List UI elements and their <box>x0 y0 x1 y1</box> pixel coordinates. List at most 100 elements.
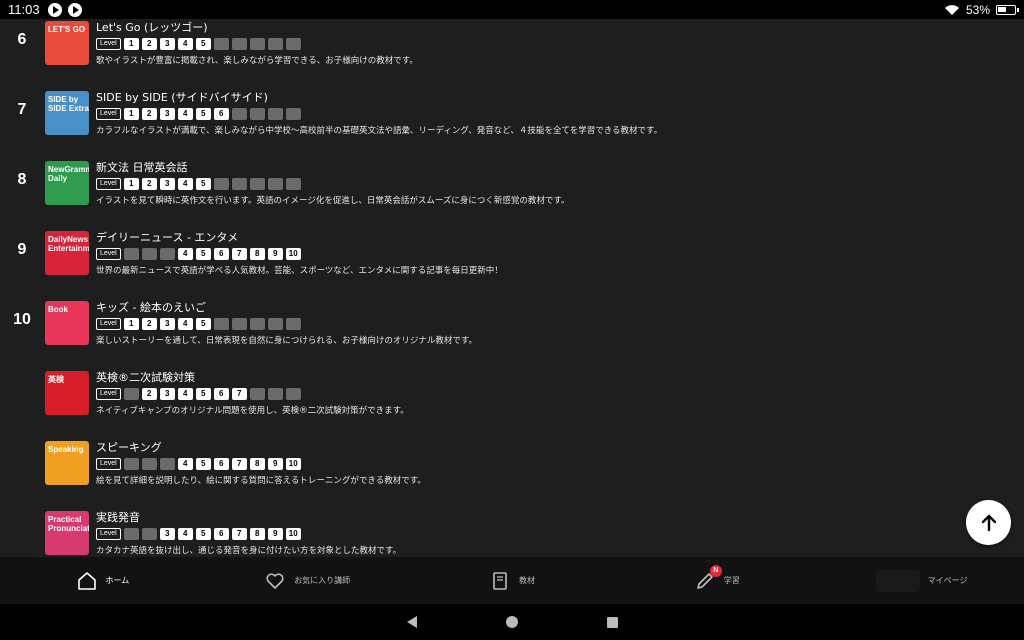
course-title[interactable]: 新文法 日常英会話 <box>96 159 188 175</box>
thumbnail-label: NewGrammar Daily <box>48 165 89 183</box>
nav-favorite-teachers[interactable]: お気に入り講師 <box>205 557 410 604</box>
thumbnail-label: Practical Pronunciation <box>48 515 89 533</box>
course-title[interactable]: Let's Go (レッツゴー) <box>96 19 208 35</box>
back-icon <box>407 616 417 628</box>
course-thumbnail[interactable]: Speaking <box>45 441 89 485</box>
course-description: 歌やイラストが豊富に掲載され、楽しみながら学習できる、お子様向けの教材です。 <box>96 56 418 66</box>
course-row[interactable]: Speaking スピーキング Level 1 2 3 4 5 6 7 8 9 10 絵を見て詳細を説明し… <box>0 439 1024 503</box>
nav-materials[interactable]: 教材 <box>410 557 615 604</box>
level-box: 2 <box>141 107 157 120</box>
level-box: 3 <box>159 457 175 470</box>
level-tag: Level <box>96 387 121 400</box>
level-box: 10 <box>285 247 301 260</box>
level-tag: Level <box>96 527 121 540</box>
course-thumbnail[interactable]: Book <box>45 301 89 345</box>
course-row[interactable]: 10 Book キッズ - 絵本のえいご Level 1 2 3 4 5 6 7 8 9 10 楽しいストー… <box>0 299 1024 363</box>
level-box: 10 <box>285 107 301 120</box>
level-box: 7 <box>231 177 247 190</box>
course-row[interactable]: 英検 英検®二次試験対策 Level 1 2 3 4 5 6 7 8 9 10 ネイティブキャンプのオリジ… <box>0 369 1024 433</box>
level-box: 1 <box>123 457 139 470</box>
course-row[interactable]: Practical Pronunciation 実践発音 Level12345678… <box>0 509 1024 557</box>
course-title[interactable]: キッズ - 絵本のえいご <box>96 299 206 315</box>
level-box: 1 <box>123 317 139 330</box>
recents-icon <box>606 616 618 628</box>
level-box: 7 <box>231 317 247 330</box>
level-box: 10 <box>285 317 301 330</box>
course-title[interactable]: スピーキング <box>96 439 162 455</box>
course-thumbnail[interactable]: 英検 <box>45 371 89 415</box>
scroll-to-top-button[interactable] <box>966 500 1011 545</box>
level-box: 1 <box>123 247 139 260</box>
home-icon <box>76 570 98 592</box>
course-description: 世界の最新ニュースで英語が学べる人気教材。芸能、スポーツなど、エンタメに関する記… <box>96 266 503 276</box>
course-thumbnail[interactable]: NewGrammar Daily <box>45 161 89 205</box>
course-row[interactable]: 6 LET'S GO Let's Go (レッツゴー) Level 1 2 3 4 5 6 7 8 9 1… <box>0 19 1024 83</box>
level-box: 7 <box>231 107 247 120</box>
thumbnail-label: 英検 <box>48 375 64 384</box>
nav-study-label: 学習 <box>723 576 740 585</box>
level-box: 8 <box>249 317 265 330</box>
nav-mypage[interactable]: マイページ <box>819 557 1024 604</box>
back-button[interactable] <box>404 614 420 630</box>
level-box: 4 <box>177 527 193 540</box>
level-box: 5 <box>195 317 211 330</box>
nav-home[interactable]: ホーム <box>0 557 205 604</box>
level-box: 1 <box>123 107 139 120</box>
thumbnail-label: Book <box>48 305 68 314</box>
avatar-icon <box>875 569 920 592</box>
level-box: 2 <box>141 457 157 470</box>
thumbnail-label: SIDE by SIDE Extra <box>48 95 89 113</box>
course-description: イラストを見て瞬時に英作文を行います。英語のイメージ化を促進し、日常英会話がスム… <box>96 196 570 206</box>
level-box: 9 <box>267 177 283 190</box>
course-row[interactable]: 9 DailyNews Entertainment デイリーニュース - エンタメ L… <box>0 229 1024 293</box>
level-box: 3 <box>159 37 175 50</box>
status-time: 11:03 <box>8 2 40 17</box>
nav-study[interactable]: N 学習 <box>614 557 819 604</box>
level-box: 1 <box>123 387 139 400</box>
course-row[interactable]: 7 SIDE by SIDE Extra SIDE by SIDE (サイドバイサイ… <box>0 89 1024 153</box>
recents-button[interactable] <box>604 614 620 630</box>
level-box: 9 <box>267 107 283 120</box>
course-ranking-list: 6 LET'S GO Let's Go (レッツゴー) Level 1 2 3 4 5 6 7 8 9 1… <box>0 19 1024 557</box>
course-title[interactable]: 実践発音 <box>96 509 140 525</box>
rank-number: 8 <box>17 171 27 188</box>
level-box: 3 <box>159 247 175 260</box>
course-thumbnail[interactable]: LET'S GO <box>45 21 89 65</box>
level-box: 6 <box>213 527 229 540</box>
level-box: 7 <box>231 247 247 260</box>
course-title[interactable]: デイリーニュース - エンタメ <box>96 229 238 245</box>
system-nav-bar <box>0 604 1024 640</box>
home-button[interactable] <box>504 614 520 630</box>
level-box: 5 <box>195 107 211 120</box>
thumbnail-label: LET'S GO <box>48 25 86 34</box>
level-box: 6 <box>213 177 229 190</box>
level-indicator: Level 1 2 3 4 5 6 7 8 9 10 <box>96 107 301 120</box>
level-indicator: Level 1 2 3 4 5 6 7 8 9 10 <box>96 317 301 330</box>
level-box: 9 <box>267 247 283 260</box>
level-box: 7 <box>231 37 247 50</box>
course-title[interactable]: 英検®二次試験対策 <box>96 369 195 385</box>
course-thumbnail[interactable]: DailyNews Entertainment <box>45 231 89 275</box>
level-box: 2 <box>141 247 157 260</box>
course-description: カタカナ英語を抜け出し、通じる発音を身に付けたい方を対象とした教材です。 <box>96 546 402 556</box>
thumbnail-label: Speaking <box>48 445 84 454</box>
level-indicator: Level 1 2 3 4 5 6 7 8 9 10 <box>96 457 301 470</box>
rank-number: 9 <box>17 241 27 258</box>
course-row[interactable]: 8NewGrammar Daily新文法 日常英会話Level123456789… <box>0 159 1024 223</box>
course-description: 楽しいストーリーを通して、日常表現を自然に身につけられる、お子様向けのオリジナル… <box>96 336 477 346</box>
level-tag: Level <box>96 317 121 330</box>
arrow-up-icon <box>981 514 996 531</box>
level-box: 3 <box>159 387 175 400</box>
level-box: 10 <box>285 527 301 540</box>
level-box: 4 <box>177 107 193 120</box>
course-title[interactable]: SIDE by SIDE (サイドバイサイド) <box>96 89 268 105</box>
level-box: 8 <box>249 177 265 190</box>
course-thumbnail[interactable]: SIDE by SIDE Extra <box>45 91 89 135</box>
course-thumbnail[interactable]: Practical Pronunciation <box>45 511 89 555</box>
nav-mypage-label: マイページ <box>927 576 968 585</box>
level-box: 7 <box>231 527 247 540</box>
level-box: 4 <box>177 387 193 400</box>
level-box: 5 <box>195 177 211 190</box>
level-box: 9 <box>267 37 283 50</box>
level-box: 9 <box>267 387 283 400</box>
